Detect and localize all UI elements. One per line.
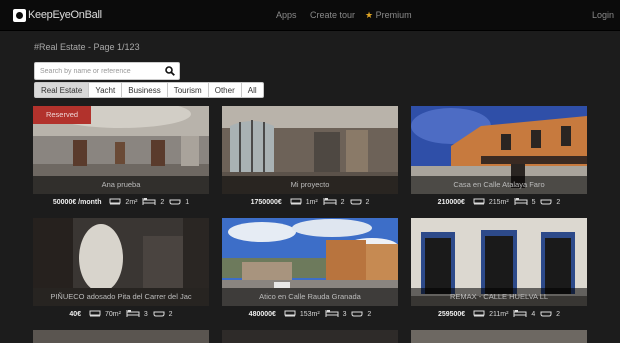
listing-beds: 2 [160, 198, 165, 206]
category-tabs: Real Estate Yacht Business Tourism Other… [34, 82, 264, 98]
bath-icon [540, 309, 552, 319]
area-icon [109, 197, 121, 207]
listing-price: 40€ [69, 310, 82, 318]
listing-photo[interactable]: Reserved Ana prueba [33, 106, 209, 194]
listing-stats: 40€ 70m² 3 2 [33, 309, 209, 319]
listing-baths: 2 [367, 310, 372, 318]
listing-baths: 1 [185, 198, 190, 206]
reserved-badge: Reserved [33, 106, 91, 124]
listing-title[interactable]: Mi proyecto [222, 176, 398, 194]
top-navbar: KeepEyeOnBall Apps Create tour ★ Premium… [0, 0, 620, 31]
listing-beds: 2 [340, 198, 345, 206]
bed-icon [126, 309, 140, 319]
area-icon [290, 197, 302, 207]
search-input[interactable] [35, 63, 162, 79]
listing-stats: 50000€ /month 2m² 2 1 [33, 197, 209, 207]
tab-tourism[interactable]: Tourism [166, 82, 209, 98]
bath-icon [153, 309, 165, 319]
listing-price: 210000€ [437, 198, 465, 206]
area-icon [473, 197, 485, 207]
listing-photo[interactable]: Casa en Calle Atalaya Faro [411, 106, 587, 194]
listing-beds: 5 [531, 198, 536, 206]
search-box [34, 62, 180, 80]
listing-title[interactable]: PIÑUECO adosado Pita del Carrer del Jac [33, 288, 209, 306]
listing-price: 259500€ [437, 310, 466, 318]
nav-premium[interactable]: ★ Premium [365, 0, 412, 30]
listing-card-partial[interactable] [33, 330, 209, 343]
listing-title[interactable]: REMAX - CALLE HUELVA LL [411, 288, 587, 306]
listing-baths: 2 [556, 198, 561, 206]
area-icon [89, 309, 101, 319]
page-title: #Real Estate - Page 1/123 [34, 42, 140, 52]
listing-stats: 1750000€ 1m² 2 2 [222, 197, 398, 207]
listing-area: 70m² [105, 310, 121, 318]
nav-premium-label: Premium [375, 10, 412, 20]
bed-icon [325, 309, 339, 319]
bed-icon [142, 197, 156, 207]
listing-area: 1m² [305, 198, 318, 206]
bath-icon [351, 309, 363, 319]
listing-photo[interactable]: Atico en Calle Rauda Granada [222, 218, 398, 306]
area-icon [284, 309, 296, 319]
search-icon[interactable] [165, 66, 175, 76]
listing-price: 1750000€ [250, 198, 282, 206]
nav-create-tour[interactable]: Create tour [310, 0, 355, 30]
bath-icon [350, 197, 362, 207]
listing-title[interactable]: Atico en Calle Rauda Granada [222, 288, 398, 306]
listing-price: 480000€ [248, 310, 276, 318]
area-icon [473, 309, 485, 319]
listing-price: 50000€ /month [52, 198, 102, 206]
bed-icon [514, 197, 528, 207]
bed-icon [513, 309, 527, 319]
listing-title[interactable]: Ana prueba [33, 176, 209, 194]
listing-stats: 259500€ 211m² 4 2 [411, 309, 587, 319]
listing-baths: 2 [365, 198, 370, 206]
bath-icon [169, 197, 181, 207]
logo[interactable]: KeepEyeOnBall [13, 7, 102, 23]
tab-all[interactable]: All [240, 82, 264, 98]
tab-other[interactable]: Other [207, 82, 242, 98]
tab-real-estate[interactable]: Real Estate [34, 82, 90, 98]
listing-beds: 3 [342, 310, 347, 318]
listing-baths: 2 [556, 310, 561, 318]
tab-business[interactable]: Business [121, 82, 168, 98]
listing-photo[interactable]: REMAX - CALLE HUELVA LL [411, 218, 587, 306]
listing-photo[interactable]: PIÑUECO adosado Pita del Carrer del Jac [33, 218, 209, 306]
listing-photo[interactable]: Mi proyecto [222, 106, 398, 194]
listing-area: 153m² [299, 310, 320, 318]
listing-stats: 210000€ 215m² 5 2 [411, 197, 587, 207]
listing-beds: 3 [143, 310, 148, 318]
bed-icon [323, 197, 337, 207]
listing-area: 2m² [125, 198, 138, 206]
listing-area: 211m² [489, 310, 509, 318]
listing-card-partial[interactable] [222, 330, 398, 343]
listing-stats: 480000€ 153m² 3 2 [222, 309, 398, 319]
listing-card-partial[interactable] [411, 330, 587, 343]
listing-baths: 2 [168, 310, 173, 318]
logo-icon [13, 8, 26, 22]
bath-icon [540, 197, 552, 207]
listing-beds: 4 [531, 310, 536, 318]
nav-login[interactable]: Login [592, 0, 614, 30]
nav-apps[interactable]: Apps [276, 0, 297, 30]
star-icon: ★ [365, 10, 374, 20]
listing-title[interactable]: Casa en Calle Atalaya Faro [411, 176, 587, 194]
listing-area: 215m² [488, 198, 509, 206]
logo-text: KeepEyeOnBall [28, 9, 102, 21]
tab-yacht[interactable]: Yacht [88, 82, 123, 98]
